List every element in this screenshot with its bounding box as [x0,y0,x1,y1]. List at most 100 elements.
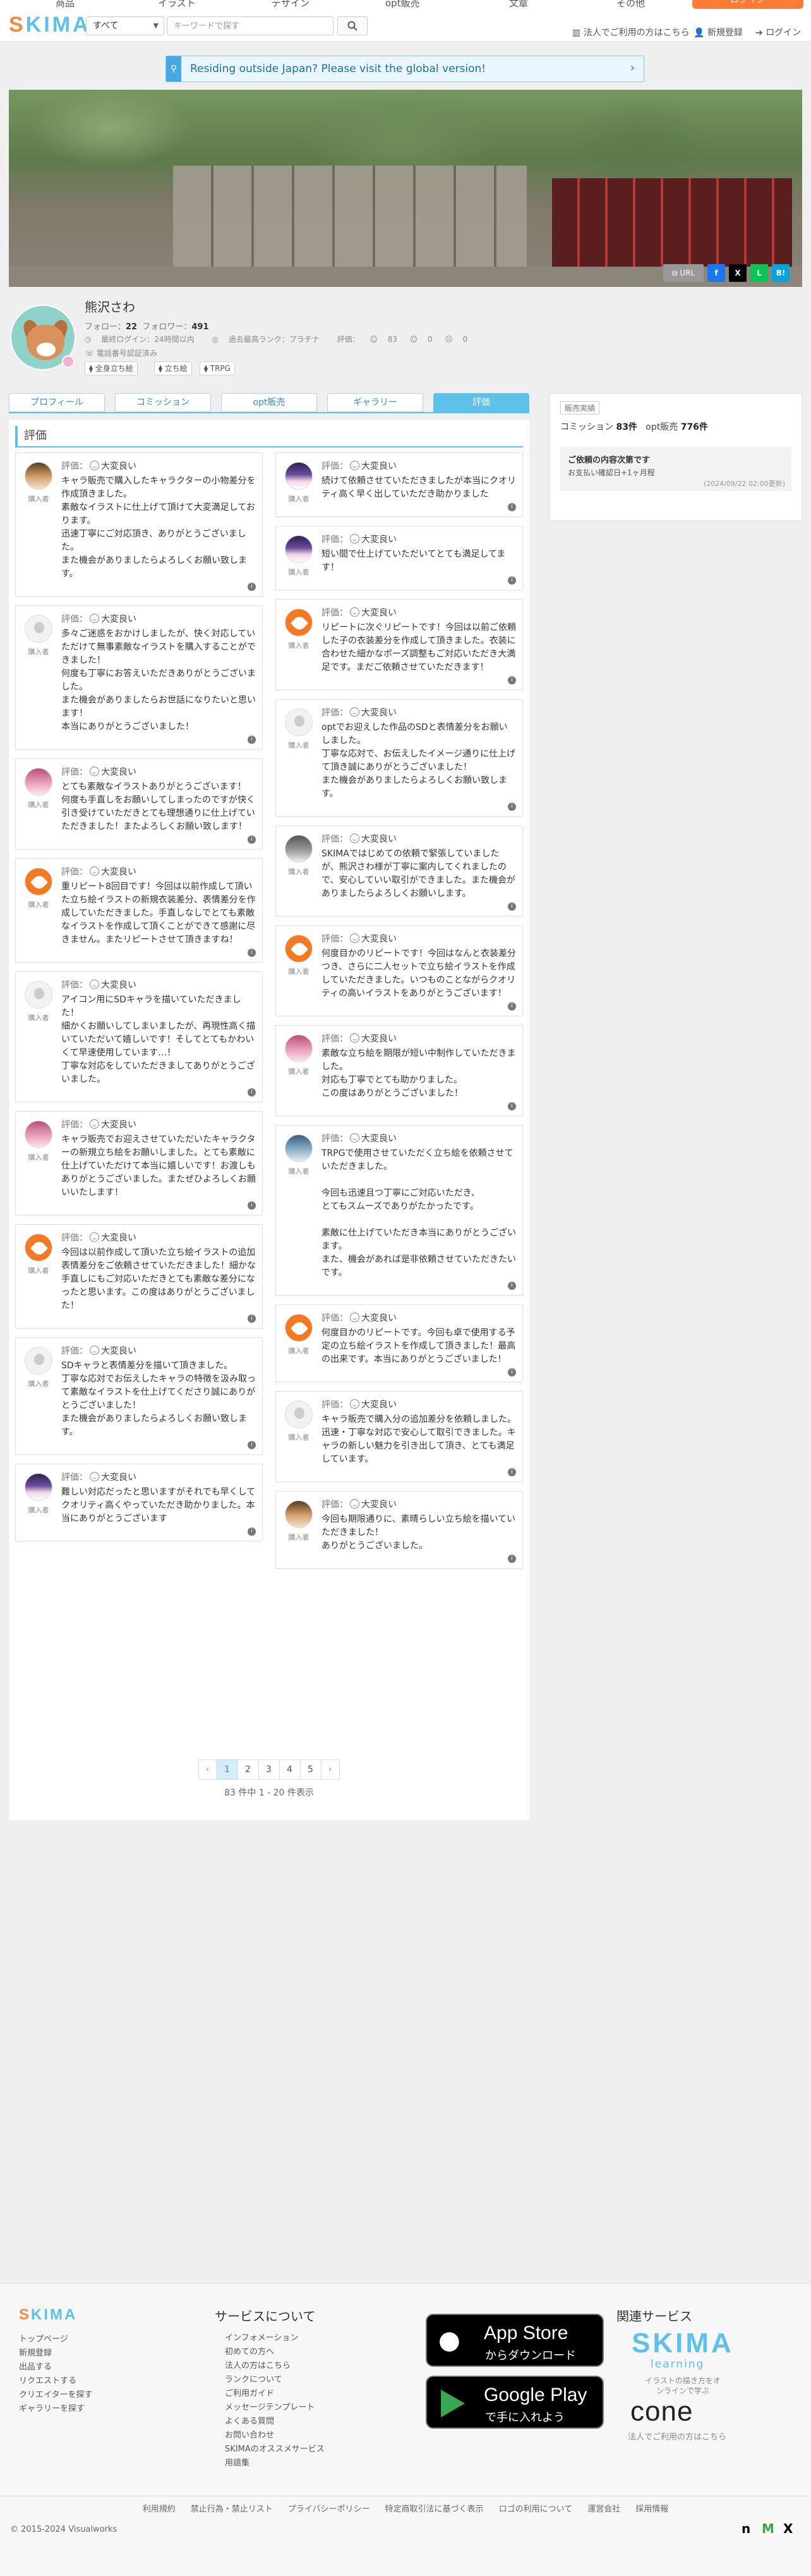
footer-legal-link[interactable]: 禁止行為・禁止リスト [191,2505,273,2514]
search-button[interactable] [337,16,368,35]
info-icon[interactable]: i [508,1002,516,1011]
follower-count[interactable]: 491 [191,322,208,332]
reviewer-avatar[interactable] [25,462,52,490]
reviewer-avatar[interactable] [25,1234,52,1261]
prev-page-button[interactable]: ‹ [198,1759,217,1780]
footer-service-link[interactable]: メッセージテンプレート [225,2401,325,2415]
reviewer-avatar[interactable] [25,868,52,896]
hatena-share-button[interactable]: B! [772,264,790,282]
footer-service-link[interactable]: ランクについて [225,2373,325,2387]
info-icon[interactable]: i [508,676,516,684]
footer-legal-link[interactable]: 採用情報 [635,2505,668,2514]
page-3-button[interactable]: 3 [258,1759,280,1780]
misskey-icon[interactable]: M [762,2521,774,2536]
note-icon[interactable]: n [742,2521,750,2536]
x-icon[interactable]: X [783,2521,793,2536]
info-icon[interactable]: i [248,1441,256,1449]
reviewer-avatar[interactable] [25,981,52,1009]
topnav-item-goods[interactable]: 商品 [56,0,75,9]
topnav-item-other[interactable]: その他 [616,0,645,9]
page-1-button[interactable]: 1 [216,1759,238,1780]
reviewer-avatar[interactable] [285,1134,313,1162]
site-logo[interactable]: SKIMA [9,13,91,37]
reviewer-avatar[interactable] [25,1473,52,1501]
footer-service-link[interactable]: よくある質問 [225,2415,325,2429]
reviewer-avatar[interactable] [285,609,313,636]
reviewer-avatar[interactable] [25,768,52,796]
x-share-button[interactable]: X [729,264,747,282]
tab-opt[interactable]: opt販売 [221,393,317,412]
info-icon[interactable]: i [508,1102,516,1110]
google-play-button[interactable]: Google Play で手に入れよう [426,2376,604,2429]
login-link[interactable]: ➔ ログイン [755,26,801,39]
reviewer-avatar[interactable] [285,1314,313,1342]
skima-learning-logo[interactable]: SKIMA [632,2328,734,2359]
reviewer-avatar[interactable] [25,1347,52,1375]
footer-legal-link[interactable]: 運営会社 [587,2505,620,2514]
info-icon[interactable]: i [248,835,256,844]
footer-link[interactable]: ギャラリーを探す [19,2402,92,2416]
footer-service-link[interactable]: インフォメーション [225,2331,325,2345]
info-icon[interactable]: i [508,902,516,911]
footer-link[interactable]: 出品する [19,2360,92,2374]
tag-trpg[interactable]: ⧫ TRPG [200,361,235,375]
topnav-item-text[interactable]: 文章 [509,0,528,9]
copy-url-button[interactable]: ⧉ URL [663,264,704,282]
reviewer-avatar[interactable] [25,1121,52,1148]
app-store-button[interactable]: ● App Store からダウンロード [426,2314,604,2367]
info-icon[interactable]: i [248,1315,256,1323]
reviewer-avatar[interactable] [285,935,313,963]
footer-service-link[interactable]: SKIMAのオススメサービス [225,2443,325,2457]
info-icon[interactable]: i [508,803,516,811]
footer-service-link[interactable]: ご利用ガイド [225,2387,325,2401]
info-icon[interactable]: i [508,576,516,585]
follow-count[interactable]: 22 [126,322,137,332]
global-version-notice[interactable]: ⚲ Residing outside Japan? Please visit t… [165,56,644,82]
tab-commission[interactable]: コミッション [115,393,211,412]
tab-reviews[interactable]: 評価 [433,393,529,412]
signup-link[interactable]: 👤 新規登録 [694,26,743,39]
reviewer-avatar[interactable] [285,835,313,863]
info-icon[interactable]: i [248,1201,256,1210]
info-icon[interactable]: i [508,1555,516,1563]
footer-service-link[interactable]: 用語集 [225,2457,325,2470]
search-category-select[interactable]: すべて ▼ [86,16,164,35]
info-icon[interactable]: i [248,736,256,744]
footer-legal-link[interactable]: 利用規約 [143,2505,176,2514]
page-2-button[interactable]: 2 [237,1759,259,1780]
topnav-item-design[interactable]: デザイン [272,0,309,9]
search-input[interactable] [167,16,333,35]
cone-logo[interactable]: cone [630,2396,693,2427]
info-icon[interactable]: i [508,503,516,511]
info-icon[interactable]: i [248,583,256,591]
page-4-button[interactable]: 4 [279,1759,301,1780]
footer-legal-link[interactable]: 特定商取引法に基づく表示 [385,2505,484,2514]
reviewer-avatar[interactable] [25,615,52,643]
info-icon[interactable]: i [248,1088,256,1097]
tab-profile[interactable]: プロフィール [9,393,105,412]
reviewer-avatar[interactable] [285,1500,313,1528]
footer-link[interactable]: クリエイターを探す [19,2388,92,2402]
footer-service-link[interactable]: 法人の方はこちら [225,2359,325,2373]
footer-service-link[interactable]: 初めての方へ [225,2345,325,2359]
tag-standing[interactable]: ⧫ 立ち絵 [154,361,192,375]
topnav-login-button[interactable]: ログイン [692,0,803,9]
topnav-item-illust[interactable]: イラスト [158,0,196,9]
corporate-link[interactable]: ▥ 法人でご利用の方はこちら [572,26,690,39]
reviewer-avatar[interactable] [285,535,313,563]
reviewer-avatar[interactable] [285,462,313,490]
info-icon[interactable]: i [508,1468,516,1476]
reviewer-avatar[interactable] [285,708,313,736]
tag-full-body[interactable]: ⧫ 全身立ち絵 [85,361,138,375]
footer-service-link[interactable]: お問い合わせ [225,2429,325,2443]
info-icon[interactable]: i [508,1368,516,1376]
tab-gallery[interactable]: ギャラリー [327,393,423,412]
info-icon[interactable]: i [248,949,256,957]
topnav-item-opt[interactable]: opt販売 [385,0,420,9]
info-icon[interactable]: i [248,1528,256,1536]
footer-legal-link[interactable]: ロゴの利用について [499,2505,573,2514]
facebook-share-button[interactable]: f [707,264,725,282]
footer-link[interactable]: トップページ [19,2333,92,2347]
reviewer-avatar[interactable] [285,1035,313,1062]
footer-legal-link[interactable]: プライバシーポリシー [288,2505,370,2514]
